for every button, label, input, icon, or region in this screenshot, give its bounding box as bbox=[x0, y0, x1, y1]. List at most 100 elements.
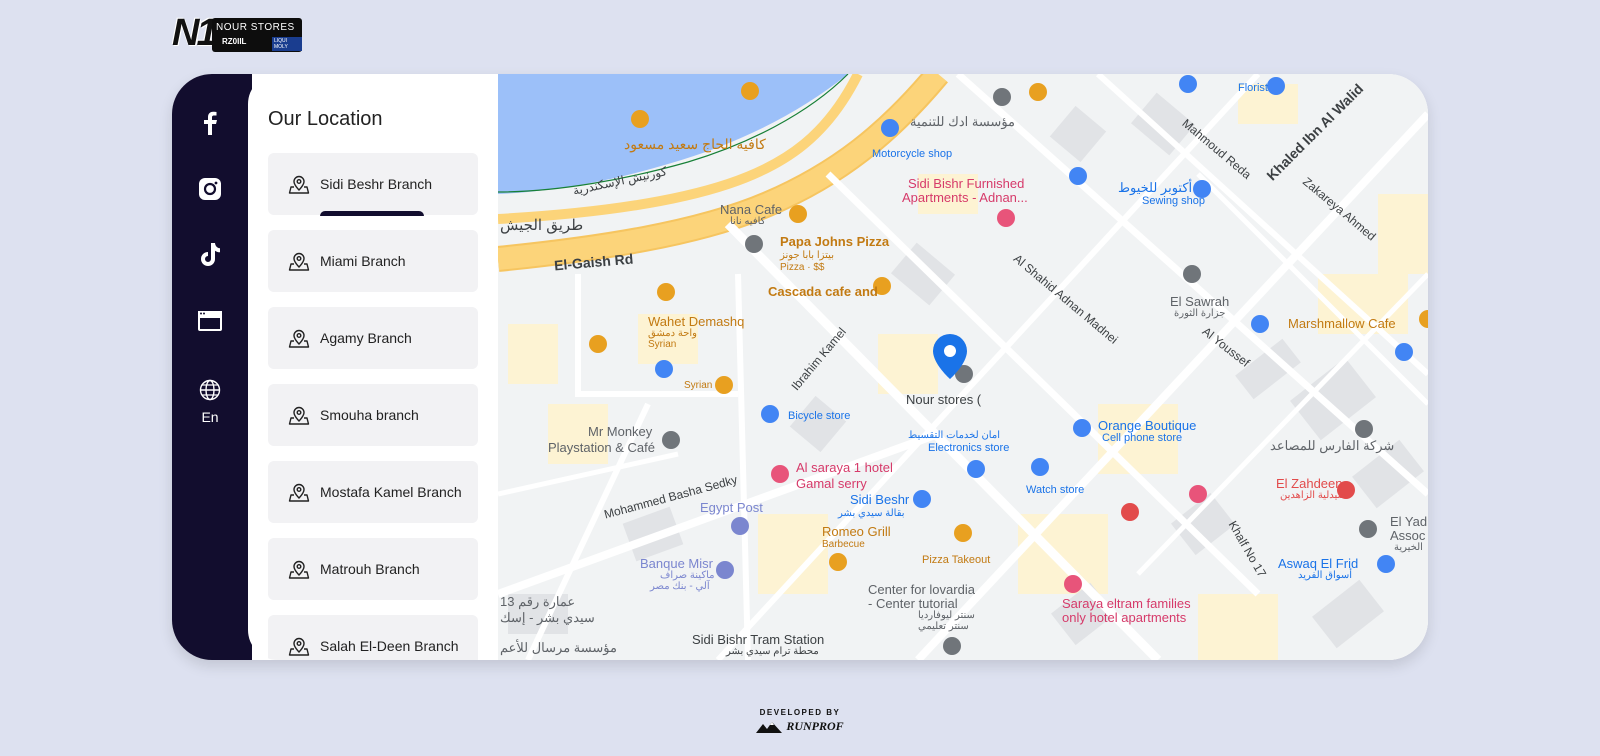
map-view[interactable]: كافيه الحاج سعيد مسعود كورنيش الإسكندرية… bbox=[498, 74, 1428, 660]
map-label: جزارة الثورة bbox=[1174, 308, 1226, 319]
map-label: El Zahdeen bbox=[1276, 476, 1343, 491]
map-label: Barbecue bbox=[822, 539, 865, 550]
branch-item-matrouh[interactable]: Matrouh Branch bbox=[268, 538, 478, 600]
map-label: Egypt Post bbox=[700, 500, 763, 515]
map-label: Aswaq El Frid bbox=[1278, 556, 1359, 571]
map-label: Pizza Takeout bbox=[922, 554, 991, 566]
map-label: ماكينة صراف bbox=[660, 570, 715, 581]
map-label: آلي - بنك مصر bbox=[650, 581, 710, 592]
location-pin-icon bbox=[288, 252, 310, 271]
map-label: الخيرية bbox=[1394, 542, 1423, 553]
map-label: Orange Boutique bbox=[1098, 418, 1197, 433]
map-label: El Sawrah bbox=[1170, 294, 1230, 309]
branch-item-sidi-beshr[interactable]: Sidi Beshr Branch bbox=[268, 153, 478, 216]
map-label: بقالة سيدي بشر bbox=[838, 508, 905, 519]
instagram-link[interactable] bbox=[172, 174, 248, 204]
developer-logo[interactable]: RUNPROF bbox=[756, 719, 844, 734]
map-label: Electronics store bbox=[928, 442, 1010, 454]
location-pin-icon bbox=[288, 637, 310, 656]
branch-label: Miami Branch bbox=[320, 253, 406, 269]
page-title: Our Location bbox=[268, 108, 383, 130]
map-label: مؤسسة مرسال للأعم bbox=[500, 640, 617, 655]
map-label: Romeo Grill bbox=[822, 524, 891, 539]
social-sidebar: En bbox=[172, 74, 252, 660]
location-pin-icon bbox=[288, 329, 310, 348]
tiktok-icon bbox=[201, 243, 220, 266]
map-label: Bicycle store bbox=[788, 410, 851, 422]
map-label: Gamal serry bbox=[796, 476, 867, 491]
branch-label: Agamy Branch bbox=[320, 330, 412, 346]
map-label: Sidi Beshr bbox=[850, 492, 910, 507]
developed-by-label: DEVELOPED BY bbox=[759, 708, 841, 717]
language-switcher[interactable]: En bbox=[172, 379, 248, 425]
logo-brand-text: NOUR STORES bbox=[216, 22, 295, 33]
map-label: only hotel apartments bbox=[1062, 610, 1187, 625]
map-label: واحة دمشق bbox=[648, 328, 697, 339]
branch-item-agamy[interactable]: Agamy Branch bbox=[268, 307, 478, 369]
map-label: سيدي بشر - إسك bbox=[500, 610, 595, 625]
map-label: كافيه نانا bbox=[730, 216, 766, 227]
map-label: Pizza · $$ bbox=[780, 262, 825, 273]
branches-panel: Our Location Sidi Beshr Branch Miami Bra… bbox=[248, 74, 498, 660]
map-label: Cascada cafe and bbox=[768, 284, 878, 299]
map-label: طريق الجيش bbox=[500, 217, 584, 234]
map-label: سنتر تعليمي bbox=[918, 621, 969, 632]
map-label: Sewing shop bbox=[1142, 195, 1205, 207]
map-label: Papa Johns Pizza bbox=[780, 234, 890, 249]
instagram-icon bbox=[199, 178, 221, 200]
branch-label: Mostafa Kamel Branch bbox=[320, 484, 462, 500]
map-label: Nour stores ( bbox=[906, 392, 982, 407]
map-label: Banque Misr bbox=[640, 556, 713, 571]
map-label: عمارة رقم 13 bbox=[500, 594, 576, 609]
mountain-icon bbox=[756, 721, 783, 733]
map-label: - Center tutorial bbox=[868, 596, 958, 611]
map-label: Sidi Bishr Furnished bbox=[908, 176, 1025, 191]
branch-label: Smouha branch bbox=[320, 407, 419, 423]
map-label: سنتر ليوفارديا bbox=[918, 610, 975, 621]
active-indicator bbox=[320, 211, 424, 216]
map-label: Motorcycle shop bbox=[872, 148, 953, 160]
brand-logo[interactable]: N1 NOUR STORES RZ0IIL LIQUI MOLY bbox=[172, 12, 302, 54]
footer: DEVELOPED BY RUNPROF bbox=[0, 708, 1600, 737]
map-label: محطة ترام سيدي بشر bbox=[726, 646, 819, 657]
branch-item-smouha[interactable]: Smouha branch bbox=[268, 384, 478, 446]
branch-label: Matrouh Branch bbox=[320, 561, 420, 577]
location-pin-icon bbox=[288, 175, 310, 194]
language-label: En bbox=[201, 409, 219, 425]
facebook-icon bbox=[204, 111, 217, 135]
globe-icon bbox=[199, 379, 221, 401]
map-label: أسواق الفريد bbox=[1298, 570, 1353, 581]
logo-sub-text: RZ0IIL bbox=[222, 37, 247, 46]
map-label: Assoc bbox=[1390, 528, 1426, 543]
branch-item-miami[interactable]: Miami Branch bbox=[268, 230, 478, 292]
branch-item-salah-el-deen[interactable]: Salah El-Deen Branch bbox=[268, 615, 478, 660]
location-pin-icon bbox=[288, 560, 310, 579]
logo-badge: LIQUI MOLY bbox=[272, 37, 302, 51]
map-label: شركة الفارس للمصاعد bbox=[1270, 438, 1395, 453]
location-pin-icon bbox=[288, 483, 310, 502]
map-label: مؤسسة ادك للتنمية bbox=[910, 114, 1015, 129]
branch-label: Salah El-Deen Branch bbox=[320, 638, 459, 654]
map-label: بيتزا بابا جونز bbox=[780, 250, 834, 261]
website-link[interactable] bbox=[172, 306, 248, 336]
map-label: Cell phone store bbox=[1102, 432, 1183, 444]
branch-list: Sidi Beshr Branch Miami Branch Agamy Bra… bbox=[268, 153, 478, 660]
map-label: صيدلية الزاهدين bbox=[1280, 490, 1347, 501]
map-label: امان لخدمات التقسيط bbox=[908, 430, 1000, 441]
map-label: Nana Cafe bbox=[720, 202, 783, 217]
map-label: Watch store bbox=[1026, 484, 1085, 496]
location-pin-icon bbox=[288, 406, 310, 425]
map-label: Sidi Bishr Tram Station bbox=[692, 632, 825, 647]
map-label: Mr Monkey bbox=[588, 424, 653, 439]
map-label: Wahet Demashq bbox=[648, 314, 745, 329]
map-label: Syrian bbox=[684, 380, 713, 391]
facebook-link[interactable] bbox=[172, 108, 248, 138]
map-label: Playstation & Café bbox=[548, 440, 655, 455]
map-label: Syrian bbox=[648, 339, 677, 350]
branch-item-mostafa-kamel[interactable]: Mostafa Kamel Branch bbox=[268, 461, 478, 523]
tiktok-link[interactable] bbox=[172, 240, 248, 270]
map-label: Apartments - Adnan... bbox=[902, 190, 1028, 205]
developer-name: RUNPROF bbox=[786, 719, 844, 733]
website-icon bbox=[198, 311, 222, 331]
map-label: Center for lovardia bbox=[868, 582, 975, 597]
